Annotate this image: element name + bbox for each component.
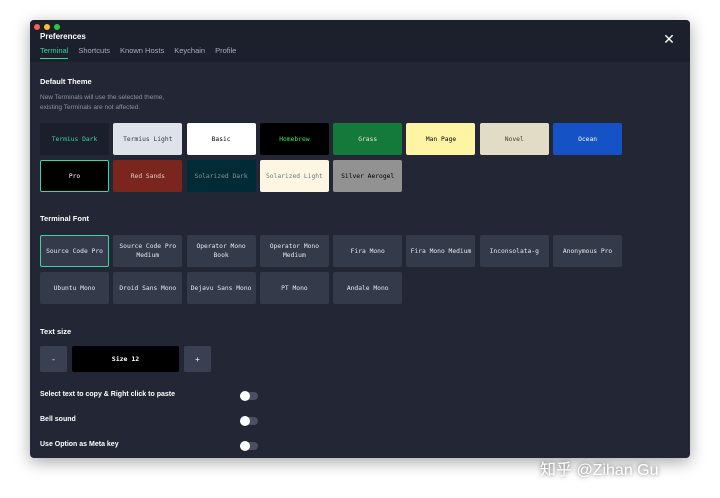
tab-profile[interactable]: Profile bbox=[215, 46, 236, 59]
theme-card-basic[interactable]: Basic bbox=[186, 123, 256, 155]
close-icon[interactable]: ✕ bbox=[662, 32, 676, 46]
font-card-ubuntu-mono[interactable]: Ubuntu Mono bbox=[40, 272, 109, 304]
window-title: Preferences bbox=[40, 32, 86, 41]
minimize-window-dot[interactable] bbox=[44, 24, 50, 30]
tab-bar: Terminal Shortcuts Known Hosts Keychain … bbox=[40, 46, 236, 59]
copy-paste-label: Select text to copy & Right click to pas… bbox=[40, 391, 175, 398]
meta-key-toggle[interactable] bbox=[240, 441, 258, 451]
font-card-inconsolata-g[interactable]: Inconsolata-g bbox=[479, 235, 549, 267]
text-size-control: - Size 12 + bbox=[40, 346, 211, 372]
font-card-operator-mono-book[interactable]: Operator Mono Book bbox=[186, 235, 256, 267]
font-card-anonymous-pro[interactable]: Anonymous Pro bbox=[553, 235, 623, 267]
meta-key-label: Use Option as Meta key bbox=[40, 441, 119, 448]
theme-card-novel[interactable]: Novel bbox=[479, 123, 549, 155]
font-card-source-code-pro[interactable]: Source Code Pro bbox=[40, 235, 109, 267]
font-grid: Source Code Pro Source Code Pro Medium Ope… bbox=[40, 235, 623, 304]
theme-card-red-sands[interactable]: Red Sands bbox=[113, 160, 183, 192]
theme-description-line1: New Terminals will use the selected them… bbox=[40, 94, 165, 101]
preferences-window: Preferences Terminal Shortcuts Known Hos… bbox=[30, 20, 690, 458]
theme-card-pro[interactable]: Pro bbox=[40, 160, 109, 192]
font-card-operator-mono-medium[interactable]: Operator Mono Medium bbox=[259, 235, 329, 267]
theme-card-homebrew[interactable]: Homebrew bbox=[259, 123, 329, 155]
font-card-source-code-pro-medium[interactable]: Source Code Pro Medium bbox=[113, 235, 183, 267]
size-value: Size 12 bbox=[72, 346, 179, 372]
default-theme-title: Default Theme bbox=[40, 77, 92, 86]
font-card-andale-mono[interactable]: Andale Mono bbox=[333, 272, 403, 304]
theme-card-ocean[interactable]: Ocean bbox=[553, 123, 623, 155]
theme-card-termius-light[interactable]: Termius Light bbox=[113, 123, 183, 155]
title-bar: Preferences Terminal Shortcuts Known Hos… bbox=[30, 20, 690, 62]
theme-card-solarized-light[interactable]: Solarized Light bbox=[259, 160, 329, 192]
font-card-fira-mono-medium[interactable]: Fira Mono Medium bbox=[406, 235, 476, 267]
watermark: 知乎 @Zihan Gu bbox=[540, 462, 659, 479]
toggle-knob bbox=[240, 391, 250, 401]
tab-keychain[interactable]: Keychain bbox=[174, 46, 205, 59]
toggle-knob bbox=[240, 441, 250, 451]
copy-paste-toggle[interactable] bbox=[240, 391, 258, 401]
maximize-window-dot[interactable] bbox=[54, 24, 60, 30]
theme-grid: Termius Dark Termius Light Basic Homebrew Gr… bbox=[40, 123, 623, 192]
text-size-title: Text size bbox=[40, 327, 72, 336]
tab-shortcuts[interactable]: Shortcuts bbox=[78, 46, 110, 59]
close-window-dot[interactable] bbox=[34, 24, 40, 30]
font-card-fira-mono[interactable]: Fira Mono bbox=[333, 235, 403, 267]
theme-card-silver-aerogel[interactable]: Silver Aerogel bbox=[333, 160, 403, 192]
font-card-droid-sans-mono[interactable]: Droid Sans Mono bbox=[113, 272, 183, 304]
increase-size-button[interactable]: + bbox=[184, 346, 211, 372]
theme-card-man-page[interactable]: Man Page bbox=[406, 123, 476, 155]
theme-card-solarized-dark[interactable]: Solarized Dark bbox=[186, 160, 256, 192]
theme-card-grass[interactable]: Grass bbox=[333, 123, 403, 155]
font-card-dejavu-sans-mono[interactable]: Dejavu Sans Mono bbox=[186, 272, 256, 304]
decrease-size-button[interactable]: - bbox=[40, 346, 67, 372]
bell-sound-label: Bell sound bbox=[40, 416, 76, 423]
toggle-knob bbox=[240, 416, 250, 426]
theme-description-line2: existing Terminals are not affected. bbox=[40, 104, 141, 111]
theme-card-termius-dark[interactable]: Termius Dark bbox=[40, 123, 109, 155]
font-card-pt-mono[interactable]: PT Mono bbox=[259, 272, 329, 304]
terminal-font-title: Terminal Font bbox=[40, 214, 90, 223]
tab-terminal[interactable]: Terminal bbox=[40, 46, 69, 59]
bell-sound-toggle[interactable] bbox=[240, 416, 258, 426]
tab-known-hosts[interactable]: Known Hosts bbox=[120, 46, 164, 59]
